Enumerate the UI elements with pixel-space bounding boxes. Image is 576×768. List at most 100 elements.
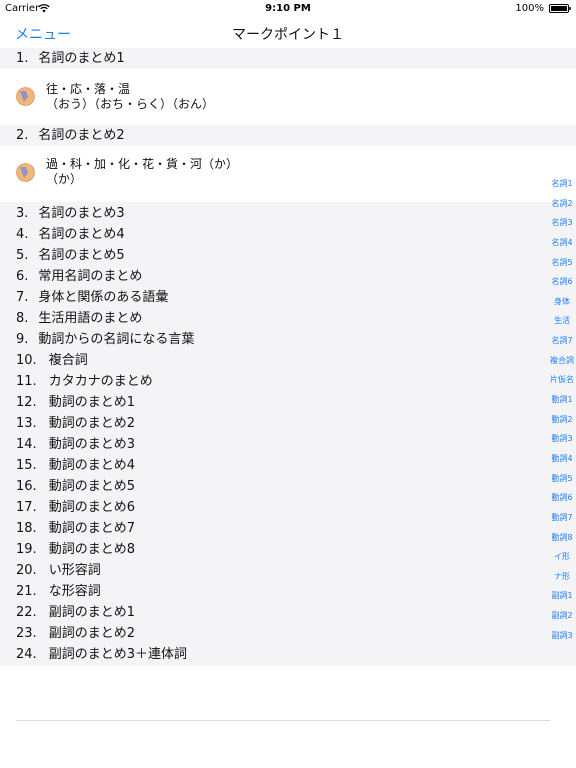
section-header[interactable]: 20. い形容詞 bbox=[0, 560, 576, 581]
section-title: 副詞のまとめ1 bbox=[48, 605, 135, 620]
section-number: 11. bbox=[16, 374, 37, 389]
section-header[interactable]: 1. 名詞のまとめ1 bbox=[0, 48, 576, 69]
section-title: カタカナのまとめ bbox=[48, 374, 153, 389]
section-header[interactable]: 14. 動詞のまとめ3 bbox=[0, 434, 576, 455]
status-time: 9:10 PM bbox=[265, 3, 311, 14]
index-entry[interactable]: 名詞4 bbox=[544, 233, 576, 253]
section-number: 19. bbox=[16, 542, 37, 557]
section-header[interactable]: 22. 副詞のまとめ1 bbox=[0, 602, 576, 623]
section-number: 7. bbox=[16, 290, 29, 305]
section-header[interactable]: 18. 動詞のまとめ7 bbox=[0, 518, 576, 539]
section-number: 2. bbox=[16, 128, 29, 143]
index-entry[interactable]: 副詞2 bbox=[544, 606, 576, 626]
section-header[interactable]: 5. 名詞のまとめ5 bbox=[0, 245, 576, 266]
index-entry[interactable]: 動詞7 bbox=[544, 508, 576, 528]
index-entry[interactable]: 複合詞 bbox=[544, 351, 576, 371]
section-index-bar[interactable]: 名詞1 名詞2 名詞3 名詞4 名詞5 名詞6 身体 生活 名詞7 複合詞 片仮名 動詞1 動詞2 動詞3… bbox=[544, 174, 576, 645]
section-title: 名詞のまとめ5 bbox=[38, 248, 125, 263]
section-title: 生活用語のまとめ bbox=[38, 311, 143, 326]
section-number: 10. bbox=[16, 353, 37, 368]
section-number: 4. bbox=[16, 227, 29, 242]
section-number: 5. bbox=[16, 248, 29, 263]
section-number: 24. bbox=[16, 647, 37, 662]
section-title: い形容詞 bbox=[48, 563, 101, 578]
section-header[interactable]: 7. 身体と関係のある語彙 bbox=[0, 287, 576, 308]
section-header[interactable]: 16. 動詞のまとめ5 bbox=[0, 476, 576, 497]
section-header[interactable]: 19. 動詞のまとめ8 bbox=[0, 539, 576, 560]
section-header[interactable]: 8. 生活用語のまとめ bbox=[0, 308, 576, 329]
section-title: 副詞のまとめ3＋連体詞 bbox=[48, 647, 187, 662]
section-header[interactable]: 6. 常用名詞のまとめ bbox=[0, 266, 576, 287]
row-line-2: （か） bbox=[46, 172, 83, 186]
index-entry[interactable]: 動詞8 bbox=[544, 528, 576, 548]
section-header[interactable]: 12. 動詞のまとめ1 bbox=[0, 392, 576, 413]
section-title: 動詞のまとめ7 bbox=[48, 521, 135, 536]
section-header[interactable]: 21. な形容詞 bbox=[0, 581, 576, 602]
list-item[interactable]: 過・科・加・化・花・貨・河（か） （か） bbox=[0, 146, 576, 202]
section-number: 16. bbox=[16, 479, 37, 494]
index-entry[interactable]: 動詞5 bbox=[544, 469, 576, 489]
section-title: 名詞のまとめ4 bbox=[38, 227, 125, 242]
bookmark-circle-icon bbox=[16, 87, 35, 106]
index-entry[interactable]: 生活 bbox=[544, 311, 576, 331]
index-entry[interactable]: 副詞1 bbox=[544, 586, 576, 606]
section-header[interactable]: 13. 動詞のまとめ2 bbox=[0, 413, 576, 434]
index-entry[interactable]: 名詞6 bbox=[544, 272, 576, 292]
index-entry[interactable]: 身体 bbox=[544, 292, 576, 312]
index-entry[interactable]: 副詞3 bbox=[544, 626, 576, 646]
index-entry[interactable]: 動詞6 bbox=[544, 488, 576, 508]
section-list: 1. 名詞のまとめ1 往・応・落・温 （おう）（おち・らく）（おん） 2. 名詞のま… bbox=[0, 48, 576, 666]
section-header[interactable]: 2. 名詞のまとめ2 bbox=[0, 125, 576, 146]
section-title: 動詞のまとめ1 bbox=[48, 395, 135, 410]
section-title: 名詞のまとめ3 bbox=[38, 206, 125, 221]
row-line-1: 過・科・加・化・花・貨・河（か） bbox=[46, 157, 239, 171]
section-title: 副詞のまとめ2 bbox=[48, 626, 135, 641]
index-entry[interactable]: 動詞3 bbox=[544, 429, 576, 449]
section-title: 身体と関係のある語彙 bbox=[38, 290, 169, 305]
section-group: 3. 名詞のまとめ3 4. 名詞のまとめ4 5. 名詞のまとめ5 6. 常用名詞のまとめ… bbox=[0, 202, 576, 666]
index-entry[interactable]: 名詞5 bbox=[544, 253, 576, 273]
section-header[interactable]: 9. 動詞からの名詞になる言葉 bbox=[0, 329, 576, 350]
section-header[interactable]: 10. 複合詞 bbox=[0, 350, 576, 371]
section-header[interactable]: 4. 名詞のまとめ4 bbox=[0, 224, 576, 245]
section-title: 動詞のまとめ3 bbox=[48, 437, 135, 452]
section-number: 6. bbox=[16, 269, 29, 284]
table-footer-divider bbox=[16, 720, 550, 721]
list-item[interactable]: 往・応・落・温 （おう）（おち・らく）（おん） bbox=[0, 69, 576, 125]
index-entry[interactable]: 動詞2 bbox=[544, 410, 576, 430]
section-title: 動詞のまとめ6 bbox=[48, 500, 135, 515]
section-number: 3. bbox=[16, 206, 29, 221]
section-title: な形容詞 bbox=[48, 584, 101, 599]
section-number: 21. bbox=[16, 584, 37, 599]
section-title: 動詞のまとめ4 bbox=[48, 458, 135, 473]
section-header[interactable]: 15. 動詞のまとめ4 bbox=[0, 455, 576, 476]
section-title: 常用名詞のまとめ bbox=[38, 269, 143, 284]
section-title: 名詞のまとめ2 bbox=[38, 128, 125, 143]
index-entry[interactable]: 名詞2 bbox=[544, 194, 576, 214]
section-title: 名詞のまとめ1 bbox=[38, 51, 125, 66]
index-entry[interactable]: 動詞1 bbox=[544, 390, 576, 410]
section-header[interactable]: 11. カタカナのまとめ bbox=[0, 371, 576, 392]
section-title: 複合詞 bbox=[48, 353, 88, 368]
index-entry[interactable]: 動詞4 bbox=[544, 449, 576, 469]
section-number: 8. bbox=[16, 311, 29, 326]
section-title: 動詞からの名詞になる言葉 bbox=[38, 332, 195, 347]
section-title: 動詞のまとめ2 bbox=[48, 416, 135, 431]
section-title: 動詞のまとめ5 bbox=[48, 479, 135, 494]
index-entry[interactable]: 片仮名 bbox=[544, 370, 576, 390]
index-entry[interactable]: 名詞1 bbox=[544, 174, 576, 194]
section-header[interactable]: 23. 副詞のまとめ2 bbox=[0, 623, 576, 644]
section-number: 1. bbox=[16, 51, 29, 66]
section-header[interactable]: 3. 名詞のまとめ3 bbox=[0, 203, 576, 224]
index-entry[interactable]: 名詞7 bbox=[544, 331, 576, 351]
section-number: 18. bbox=[16, 521, 37, 536]
status-bar: Carrier 9:10 PM 100% bbox=[0, 0, 576, 18]
index-entry[interactable]: ナ形 bbox=[544, 567, 576, 587]
section-header[interactable]: 17. 動詞のまとめ6 bbox=[0, 497, 576, 518]
section-header[interactable]: 24. 副詞のまとめ3＋連体詞 bbox=[0, 644, 576, 665]
index-entry[interactable]: 名詞3 bbox=[544, 213, 576, 233]
section-number: 13. bbox=[16, 416, 37, 431]
bookmark-circle-icon bbox=[16, 163, 35, 182]
index-entry[interactable]: イ形 bbox=[544, 547, 576, 567]
battery-percent: 100% bbox=[515, 3, 544, 14]
